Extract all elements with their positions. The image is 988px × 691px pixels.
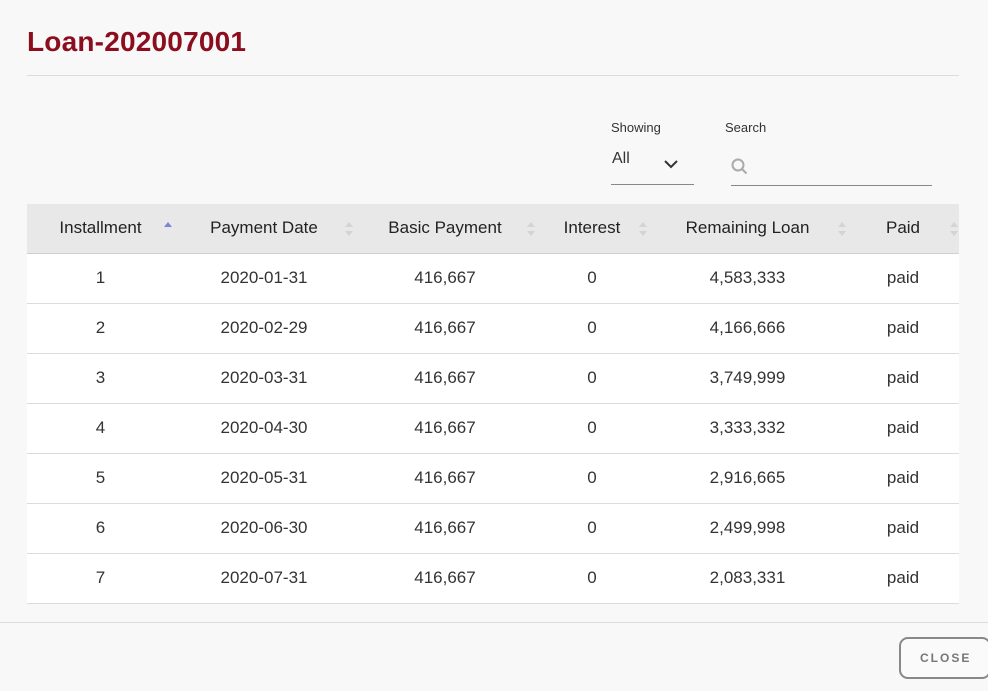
search-field[interactable] — [731, 146, 932, 186]
payment-date-cell: 2020-03-31 — [174, 353, 354, 404]
column-header-interest[interactable]: Interest — [536, 204, 648, 254]
interest-cell: 0 — [536, 453, 648, 504]
installment-table-container[interactable]: Installment Payment Date Basic Payment Inte… — [27, 204, 959, 622]
column-header-paid[interactable]: Paid — [847, 204, 959, 254]
table-row: 4 2020-04-30 416,667 0 3,333,332 paid — [27, 403, 959, 454]
payment-date-cell: 2020-06-30 — [174, 503, 354, 554]
sort-icon — [639, 222, 647, 236]
basic-payment-cell: 416,667 — [354, 253, 536, 304]
payment-date-cell: 2020-02-29 — [174, 303, 354, 354]
search-icon — [731, 158, 748, 175]
remaining-loan-cell: 4,583,333 — [648, 253, 847, 304]
installment-cell: 1 — [27, 253, 174, 304]
column-header-label: Installment — [59, 218, 142, 238]
remaining-loan-cell: 2,916,665 — [648, 453, 847, 504]
payment-date-cell: 2020-04-30 — [174, 403, 354, 454]
interest-cell: 0 — [536, 253, 648, 304]
installment-cell: 6 — [27, 503, 174, 554]
interest-cell: 0 — [536, 503, 648, 554]
paid-status-cell: paid — [847, 353, 959, 404]
showing-label: Showing — [611, 120, 661, 135]
installment-cell: 3 — [27, 353, 174, 404]
basic-payment-cell: 416,667 — [354, 403, 536, 454]
column-header-installment[interactable]: Installment — [27, 204, 174, 254]
basic-payment-cell: 416,667 — [354, 553, 536, 604]
interest-cell: 0 — [536, 303, 648, 354]
column-header-label: Remaining Loan — [685, 218, 810, 238]
sort-icon — [345, 222, 353, 236]
installment-table: Installment Payment Date Basic Payment Inte… — [27, 204, 959, 604]
table-row: 3 2020-03-31 416,667 0 3,749,999 paid — [27, 353, 959, 404]
column-header-remaining-loan[interactable]: Remaining Loan — [648, 204, 847, 254]
column-header-label: Payment Date — [210, 218, 318, 238]
chevron-down-icon — [664, 160, 678, 169]
payment-date-cell: 2020-01-31 — [174, 253, 354, 304]
table-header-row: Installment Payment Date Basic Payment Inte… — [27, 204, 959, 254]
showing-select[interactable]: All — [611, 146, 694, 185]
modal-title: Loan-202007001 — [27, 26, 247, 57]
sort-icon — [527, 222, 535, 236]
table-row: 1 2020-01-31 416,667 0 4,583,333 paid — [27, 253, 959, 304]
basic-payment-cell: 416,667 — [354, 353, 536, 404]
title-divider — [27, 75, 959, 76]
close-button[interactable]: CLOSE — [899, 637, 988, 679]
column-header-label: Interest — [563, 218, 621, 238]
installment-cell: 7 — [27, 553, 174, 604]
remaining-loan-cell: 4,166,666 — [648, 303, 847, 354]
installment-cell: 5 — [27, 453, 174, 504]
payment-date-cell: 2020-07-31 — [174, 553, 354, 604]
table-body: 1 2020-01-31 416,667 0 4,583,333 paid 2 2020-02… — [27, 253, 959, 604]
basic-payment-cell: 416,667 — [354, 453, 536, 504]
remaining-loan-cell: 2,499,998 — [648, 503, 847, 554]
installment-cell: 2 — [27, 303, 174, 354]
table-row: 5 2020-05-31 416,667 0 2,916,665 paid — [27, 453, 959, 504]
paid-status-cell: paid — [847, 303, 959, 354]
column-header-payment-date[interactable]: Payment Date — [174, 204, 354, 254]
table-row: 7 2020-07-31 416,667 0 2,083,331 paid — [27, 553, 959, 604]
column-header-label: Paid — [885, 218, 921, 238]
sort-ascending-icon — [164, 222, 172, 227]
remaining-loan-cell: 3,333,332 — [648, 403, 847, 454]
modal-footer — [0, 623, 988, 691]
paid-status-cell: paid — [847, 453, 959, 504]
showing-select-value: All — [612, 150, 630, 167]
table-row: 6 2020-06-30 416,667 0 2,499,998 paid — [27, 503, 959, 554]
column-header-basic-payment[interactable]: Basic Payment — [354, 204, 536, 254]
table-row: 2 2020-02-29 416,667 0 4,166,666 paid — [27, 303, 959, 354]
search-input[interactable] — [757, 152, 931, 182]
interest-cell: 0 — [536, 403, 648, 454]
paid-status-cell: paid — [847, 553, 959, 604]
remaining-loan-cell: 3,749,999 — [648, 353, 847, 404]
basic-payment-cell: 416,667 — [354, 303, 536, 354]
remaining-loan-cell: 2,083,331 — [648, 553, 847, 604]
column-header-label: Basic Payment — [388, 218, 502, 238]
paid-status-cell: paid — [847, 503, 959, 554]
payment-date-cell: 2020-05-31 — [174, 453, 354, 504]
basic-payment-cell: 416,667 — [354, 503, 536, 554]
installment-cell: 4 — [27, 403, 174, 454]
paid-status-cell: paid — [847, 253, 959, 304]
interest-cell: 0 — [536, 553, 648, 604]
search-label: Search — [725, 120, 767, 135]
sort-icon — [838, 222, 846, 236]
sort-icon — [950, 222, 958, 236]
interest-cell: 0 — [536, 353, 648, 404]
paid-status-cell: paid — [847, 403, 959, 454]
